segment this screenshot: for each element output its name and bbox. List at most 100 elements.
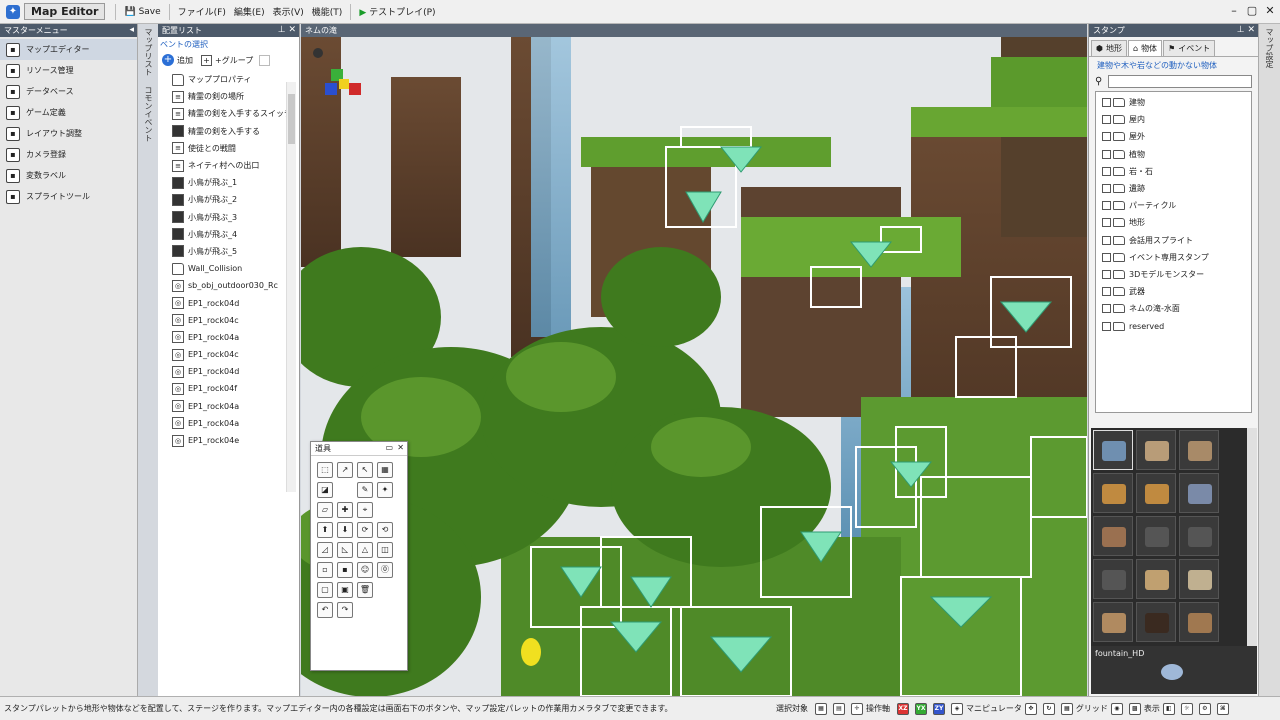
master-menu-item[interactable]: ▪ ゲーム定義 bbox=[0, 102, 137, 123]
stamp-category-item[interactable]: イベント専用スタンプ bbox=[1096, 249, 1251, 266]
lasso-icon[interactable]: ↗ bbox=[337, 462, 353, 478]
paste-icon[interactable]: ▣ bbox=[337, 582, 353, 598]
pointer-icon[interactable]: ↖ bbox=[357, 462, 373, 478]
placement-list-item[interactable]: ◎ EP1_rock04d bbox=[158, 363, 299, 380]
operation-axis-icon[interactable]: ✛ bbox=[851, 702, 863, 715]
stamp-thumbnail[interactable] bbox=[1136, 430, 1176, 470]
tools-minimize-icon[interactable]: ▭ bbox=[385, 443, 393, 452]
stamp-category-item[interactable]: 会話用スプライト bbox=[1096, 232, 1251, 249]
menu-tools[interactable]: 機能(T) bbox=[308, 3, 347, 20]
trash-icon[interactable]: 🗑 bbox=[357, 582, 373, 598]
stamp-thumbnail[interactable] bbox=[1136, 602, 1176, 642]
placement-list-item[interactable]: 小鳥が飛ぶ_3 bbox=[158, 209, 299, 226]
placement-list-item[interactable]: マッププロパティ bbox=[158, 71, 299, 88]
small-square-icon[interactable]: ▫ bbox=[317, 562, 333, 578]
placement-list-item[interactable]: ◎ EP1_rock04a bbox=[158, 329, 299, 346]
save-button[interactable]: 💾 Save bbox=[120, 5, 164, 19]
placement-list-item[interactable]: Wall_Collision bbox=[158, 260, 299, 277]
map-viewport[interactable]: ネムの滝 bbox=[301, 24, 1087, 696]
placement-list-item[interactable]: 小鳥が飛ぶ_2 bbox=[158, 191, 299, 208]
rotate-tool-icon[interactable]: ↻ bbox=[1042, 702, 1055, 715]
stamp-thumbnail[interactable] bbox=[1179, 430, 1219, 470]
display-toggle-icon[interactable]: ▩ bbox=[1128, 702, 1141, 715]
stamp-category-item[interactable]: 地形 bbox=[1096, 214, 1251, 231]
copy-icon[interactable]: ▢ bbox=[317, 582, 333, 598]
category-checkbox[interactable] bbox=[1102, 149, 1111, 159]
square-icon[interactable]: ▪ bbox=[337, 562, 353, 578]
placement-list-item[interactable]: 小鳥が飛ぶ_1 bbox=[158, 174, 299, 191]
master-menu-item[interactable]: ▪ マップエディター bbox=[0, 39, 137, 60]
menu-edit[interactable]: 編集(E) bbox=[230, 3, 269, 20]
placement-list-item[interactable]: ◎ sb_obj_outdoor030_Rc bbox=[158, 277, 299, 294]
lower-icon[interactable]: ⬇ bbox=[337, 522, 353, 538]
placement-list-item[interactable]: ◎ EP1_rock04d bbox=[158, 294, 299, 311]
stamp-category-item[interactable]: 屋外 bbox=[1096, 128, 1251, 145]
eyedropper-icon[interactable]: ⌖ bbox=[357, 502, 373, 518]
box-icon[interactable]: ◫ bbox=[377, 542, 393, 558]
triangle-icon[interactable]: △ bbox=[357, 542, 373, 558]
undo-icon[interactable]: ↶ bbox=[317, 602, 333, 618]
settings-icon[interactable]: ⚙ bbox=[1198, 702, 1211, 715]
tab-common-event[interactable]: コモンイベント bbox=[143, 86, 154, 142]
placement-list-item[interactable]: ≡ 精霊の剣を入手するスイッチ bbox=[158, 105, 299, 122]
stamp-category-item[interactable]: 建物 bbox=[1096, 94, 1251, 111]
master-menu-item[interactable]: ▪ カメラ登録 bbox=[0, 144, 137, 165]
display-layer-icon[interactable]: ◧ bbox=[1162, 702, 1175, 715]
tab-map-list[interactable]: マップリスト bbox=[143, 28, 154, 76]
yx-plane-button[interactable]: YX bbox=[915, 702, 927, 715]
placement-list-item[interactable]: 精霊の剣を入手する bbox=[158, 123, 299, 140]
select-target-icon[interactable]: ▦ bbox=[815, 702, 827, 715]
grid-icon[interactable]: ▦ bbox=[377, 462, 393, 478]
stamp-thumbnail[interactable] bbox=[1093, 473, 1133, 513]
placement-list-item[interactable]: ◎ EP1_rock04a bbox=[158, 398, 299, 415]
stamp-thumbnail[interactable] bbox=[1093, 430, 1133, 470]
stamp-category-item[interactable]: 岩・石 bbox=[1096, 163, 1251, 180]
tab-event[interactable]: ⚑ イベント bbox=[1163, 40, 1216, 56]
master-menu-item[interactable]: ▪ データベース bbox=[0, 81, 137, 102]
placement-list-item[interactable]: ≡ 使徒との戦闘 bbox=[158, 140, 299, 157]
pin-close-icon[interactable]: ⊥ ✕ bbox=[278, 24, 296, 37]
stamp-thumbnail[interactable] bbox=[1136, 559, 1176, 599]
placement-list-item[interactable]: ◎ EP1_rock04f bbox=[158, 380, 299, 397]
zy-plane-button[interactable]: ZY bbox=[933, 702, 945, 715]
stamp-thumbnail[interactable] bbox=[1136, 473, 1176, 513]
category-checkbox[interactable] bbox=[1102, 321, 1111, 331]
select-target-alt-icon[interactable]: ▤ bbox=[833, 702, 845, 715]
category-checkbox[interactable] bbox=[1102, 218, 1111, 228]
copy-icon[interactable] bbox=[259, 54, 271, 66]
stamp-thumbnail[interactable] bbox=[1179, 473, 1219, 513]
category-checkbox[interactable] bbox=[1102, 287, 1111, 297]
category-checkbox[interactable] bbox=[1102, 166, 1111, 176]
stamp-category-item[interactable]: 武器 bbox=[1096, 283, 1251, 300]
stamp-thumbnail[interactable] bbox=[1179, 559, 1219, 599]
test-play-button[interactable]: ▶ テストプレイ(P) bbox=[355, 3, 439, 20]
stamp-thumbnail[interactable] bbox=[1093, 559, 1133, 599]
stamp-thumbnail[interactable] bbox=[1093, 516, 1133, 556]
stamp-thumbnail[interactable] bbox=[1179, 516, 1219, 556]
collapse-icon[interactable]: ◂ bbox=[129, 24, 134, 37]
placement-list-item[interactable]: ◎ EP1_rock04c bbox=[158, 346, 299, 363]
add-icon[interactable]: + bbox=[162, 54, 174, 66]
add-button[interactable]: 追加 bbox=[177, 55, 193, 66]
paint-bucket-icon[interactable]: ◪ bbox=[317, 482, 333, 498]
pencil-icon[interactable]: ✎ bbox=[357, 482, 373, 498]
zero-icon[interactable]: ⓪ bbox=[377, 562, 393, 578]
rotate-ccw-icon[interactable]: ⟲ bbox=[377, 522, 393, 538]
stamp-icon[interactable]: ✦ bbox=[377, 482, 393, 498]
category-checkbox[interactable] bbox=[1102, 201, 1111, 211]
tab-map-settings[interactable]: マップ設定 bbox=[1264, 28, 1275, 68]
rotate-cw-icon[interactable]: ⟳ bbox=[357, 522, 373, 538]
slope-alt-icon[interactable]: ◺ bbox=[337, 542, 353, 558]
menu-file[interactable]: ファイル(F) bbox=[174, 3, 230, 20]
stamp-category-item[interactable]: reserved bbox=[1096, 317, 1251, 334]
stamp-thumbnail[interactable] bbox=[1093, 602, 1133, 642]
master-menu-item[interactable]: ▪ レイアウト調整 bbox=[0, 123, 137, 144]
raise-icon[interactable]: ⬆ bbox=[317, 522, 333, 538]
stamp-category-item[interactable]: パーティクル bbox=[1096, 197, 1251, 214]
redo-icon[interactable]: ↷ bbox=[337, 602, 353, 618]
category-checkbox[interactable] bbox=[1102, 132, 1111, 142]
category-checkbox[interactable] bbox=[1102, 252, 1111, 262]
thumbnail-scrollbar[interactable] bbox=[1247, 428, 1257, 646]
map-scene[interactable] bbox=[301, 37, 1087, 696]
tab-object[interactable]: ⌂ 物体 bbox=[1127, 40, 1163, 56]
